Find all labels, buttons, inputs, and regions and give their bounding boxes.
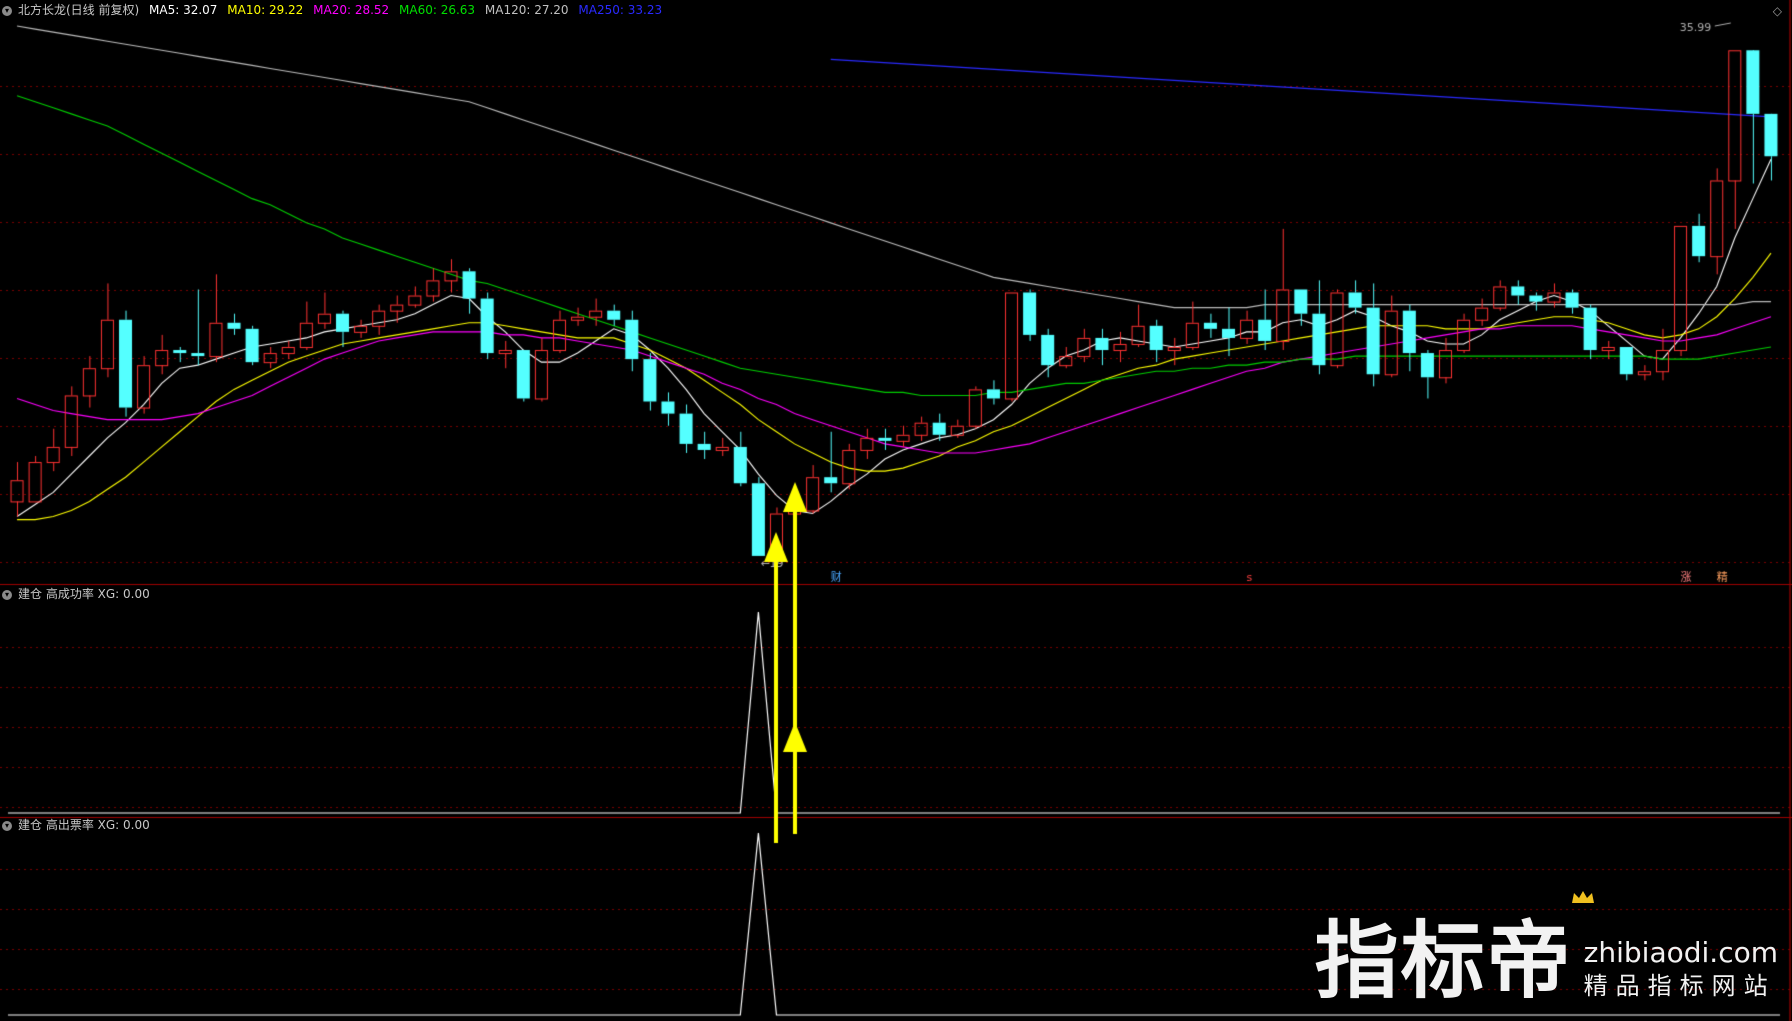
ma250-label: MA250: 33.23 [578,3,663,17]
indicator-panel-2-header: ▾ 建仓 高出票率 XG: 0.00 [2,818,156,832]
collapse-icon[interactable]: ▾ [2,589,12,600]
ma120-label: MA120: 27.20 [484,3,569,17]
indicator-panel-1-header: ▾ 建仓 高成功率 XG: 0.00 [2,587,156,601]
diamond-icon[interactable]: ◇ [1773,4,1782,18]
collapse-icon[interactable]: ▾ [2,5,12,16]
indicator-2-label: 建仓 高出票率 XG: 0.00 [18,818,150,832]
ma10-label: MA10: 29.22 [227,3,304,17]
watermark-url: zhibiaodi.com [1583,936,1778,969]
ma60-label: MA60: 26.63 [399,3,476,17]
ma5-label: MA5: 32.07 [149,3,218,17]
ma20-label: MA20: 28.52 [313,3,390,17]
main-panel-header: ▾ 北方长龙(日线 前复权) MA5: 32.07 MA10: 29.22 MA2… [2,3,668,17]
indicator-1-label: 建仓 高成功率 XG: 0.00 [18,587,150,601]
watermark-subtitle: 精品指标网站 [1583,972,1776,1000]
watermark-brand: 指标帝 [1314,911,1573,1010]
collapse-icon[interactable]: ▾ [2,820,12,831]
stock-title: 北方长龙(日线 前复权) [18,3,140,17]
crown-icon [1572,891,1594,903]
watermark: 指标帝 zhibiaodi.com 精品指标网站 [1315,919,1778,1003]
kline-chart-canvas[interactable] [0,0,1792,1021]
